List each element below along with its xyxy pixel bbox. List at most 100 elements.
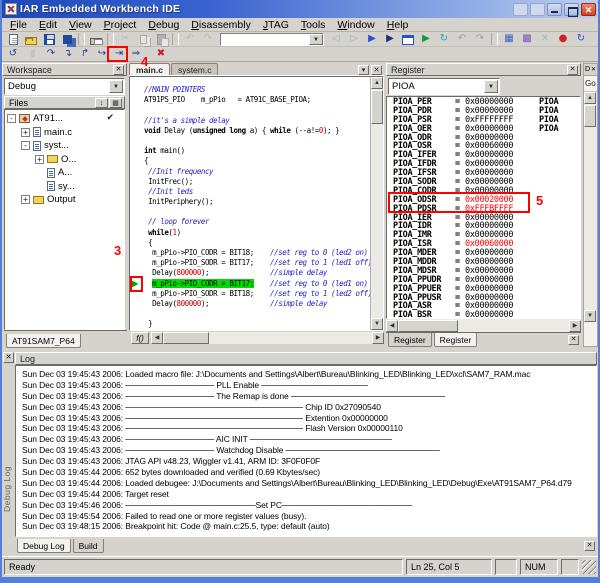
- menu-help[interactable]: Help: [381, 19, 415, 31]
- save-button[interactable]: [41, 32, 57, 46]
- menu-window[interactable]: Window: [331, 19, 380, 31]
- menu-disassembly[interactable]: Disassembly: [185, 19, 257, 31]
- tab-register-register-0[interactable]: Register: [388, 333, 432, 347]
- expand-icon[interactable]: +: [35, 155, 44, 164]
- go-to-definition-button[interactable]: ▶: [364, 32, 380, 46]
- disassembly-close-icon[interactable]: ✕: [591, 66, 596, 73]
- toggle-breakpoint-button[interactable]: ▶: [382, 32, 398, 46]
- menu-jtag[interactable]: JTAG: [257, 19, 295, 31]
- editor-vertical-scrollbar[interactable]: ▲ ▼: [370, 77, 383, 330]
- function-list-button[interactable]: f(): [131, 332, 149, 344]
- debug-button[interactable]: ●: [555, 32, 571, 46]
- tree-item-o-[interactable]: +O...: [5, 153, 124, 167]
- chevron-down-icon[interactable]: ▼: [484, 80, 498, 93]
- refresh-button[interactable]: ↻: [436, 32, 452, 46]
- window-extra-button-1[interactable]: [513, 3, 528, 16]
- scroll-right-icon[interactable]: ▶: [372, 332, 384, 344]
- print-button[interactable]: [88, 32, 104, 46]
- menu-project[interactable]: Project: [98, 19, 143, 31]
- register-close-icon[interactable]: ✕: [567, 65, 578, 75]
- register-group-combo[interactable]: PIOA ▼: [388, 78, 500, 95]
- tree-item-main-c[interactable]: +main.c: [5, 126, 124, 140]
- tree-item-at91-[interactable]: -AT91...✔: [5, 112, 124, 126]
- tab-build-1[interactable]: Build: [73, 539, 104, 553]
- window-extra-button-2[interactable]: [530, 3, 545, 16]
- make-button[interactable]: ▦: [501, 32, 517, 46]
- tree-item-a-[interactable]: A...: [5, 166, 124, 180]
- columns-icon[interactable]: ▦: [109, 98, 122, 108]
- log-output[interactable]: Sun Dec 03 19:45:43 2006: Loaded macro f…: [15, 365, 597, 537]
- tree-item-output[interactable]: +Output: [5, 193, 124, 207]
- scroll-up-icon[interactable]: ▲: [584, 92, 596, 104]
- collapse-icon[interactable]: -: [21, 141, 30, 150]
- navigate-forward-button[interactable]: ↷: [472, 32, 488, 46]
- expand-icon[interactable]: +: [21, 128, 30, 137]
- navigate-back-button[interactable]: ↶: [454, 32, 470, 46]
- tab-register-register-1[interactable]: Register: [434, 333, 478, 347]
- tree-item-syst-[interactable]: -syst...: [5, 139, 124, 153]
- tree-item-sy-[interactable]: sy...: [5, 180, 124, 194]
- scroll-left-icon[interactable]: ◀: [151, 332, 163, 344]
- scroll-down-icon[interactable]: ▼: [371, 318, 383, 330]
- scrollbar-thumb[interactable]: [398, 320, 458, 332]
- collapse-icon[interactable]: -: [7, 114, 16, 123]
- paste-button[interactable]: [153, 32, 169, 46]
- cut-button[interactable]: ✂: [117, 32, 133, 46]
- save-all-button[interactable]: [59, 32, 75, 46]
- log-tabs-close-icon[interactable]: ✕: [584, 541, 595, 551]
- code-editor[interactable]: //MAIN POINTERSAT91PS_PIO m_pPio = AT91C…: [129, 76, 384, 331]
- scroll-left-icon[interactable]: ◀: [386, 320, 398, 332]
- menu-view[interactable]: View: [63, 19, 98, 31]
- resize-grip[interactable]: [582, 560, 596, 574]
- find-combo-input[interactable]: [221, 34, 309, 45]
- step-over-button[interactable]: ↷: [43, 47, 59, 61]
- download-and-debug-button[interactable]: ▶: [418, 32, 434, 46]
- tab-system-c[interactable]: system.c: [171, 63, 219, 75]
- copy-button[interactable]: [135, 32, 151, 46]
- scrollbar-thumb[interactable]: [163, 332, 209, 344]
- register-horizontal-scrollbar[interactable]: ◀ ▶: [386, 319, 581, 332]
- new-file-button[interactable]: [5, 32, 21, 46]
- tab-main-c[interactable]: main.c: [129, 63, 170, 75]
- editor-horizontal-scrollbar[interactable]: ◀ ▶: [151, 332, 384, 344]
- stop-build-button[interactable]: ✕: [537, 32, 553, 46]
- target-combo[interactable]: Debug ▼: [4, 78, 125, 95]
- scrollbar-thumb[interactable]: [371, 90, 383, 124]
- menu-file[interactable]: File: [4, 19, 33, 31]
- menu-tools[interactable]: Tools: [295, 19, 332, 31]
- undo-button[interactable]: ↶: [182, 32, 198, 46]
- title-bar[interactable]: IAR Embedded Workbench IDE ✕: [2, 0, 598, 18]
- break-button[interactable]: ▮: [25, 47, 41, 61]
- tab-project[interactable]: AT91SAM7_P64: [6, 334, 81, 348]
- scroll-down-icon[interactable]: ▼: [584, 310, 596, 322]
- editor-close-icon[interactable]: ✕: [371, 65, 382, 75]
- minimize-button[interactable]: [547, 3, 562, 16]
- expand-icon[interactable]: +: [21, 195, 30, 204]
- tab-debug-log-0[interactable]: Debug Log: [17, 539, 71, 553]
- build-all-button[interactable]: ▩: [519, 32, 535, 46]
- scroll-up-icon[interactable]: ▲: [371, 77, 383, 89]
- find-next-button[interactable]: ▷: [346, 32, 362, 46]
- next-statement-button[interactable]: ↪: [94, 47, 110, 61]
- scroll-right-icon[interactable]: ▶: [569, 320, 581, 332]
- find-previous-button[interactable]: ◁: [328, 32, 344, 46]
- open-file-button[interactable]: [23, 32, 39, 46]
- workspace-close-icon[interactable]: ✕: [113, 65, 124, 75]
- stop-debugging-button[interactable]: ✖: [153, 47, 169, 61]
- step-into-button[interactable]: ↴: [60, 47, 76, 61]
- find-combo[interactable]: ▼: [220, 33, 324, 46]
- menu-debug[interactable]: Debug: [142, 19, 185, 31]
- restart-debugger-button[interactable]: ↻: [573, 32, 589, 46]
- disassembly-scrollbar[interactable]: ▲ ▼: [584, 92, 597, 322]
- redo-button[interactable]: ↷: [200, 32, 216, 46]
- maximize-button[interactable]: [564, 3, 579, 16]
- files-column-header[interactable]: Files ↕ ▦: [4, 96, 125, 109]
- step-out-button[interactable]: ↱: [77, 47, 93, 61]
- scrollbar-thumb[interactable]: [584, 105, 596, 127]
- menu-edit[interactable]: Edit: [33, 19, 63, 31]
- register-tabs-close-icon[interactable]: ✕: [568, 335, 579, 345]
- chevron-down-icon[interactable]: ▼: [309, 34, 323, 45]
- run-to-cursor-button[interactable]: ⇥: [111, 47, 127, 61]
- close-button[interactable]: ✕: [581, 3, 596, 16]
- watch-window-button[interactable]: [400, 32, 416, 46]
